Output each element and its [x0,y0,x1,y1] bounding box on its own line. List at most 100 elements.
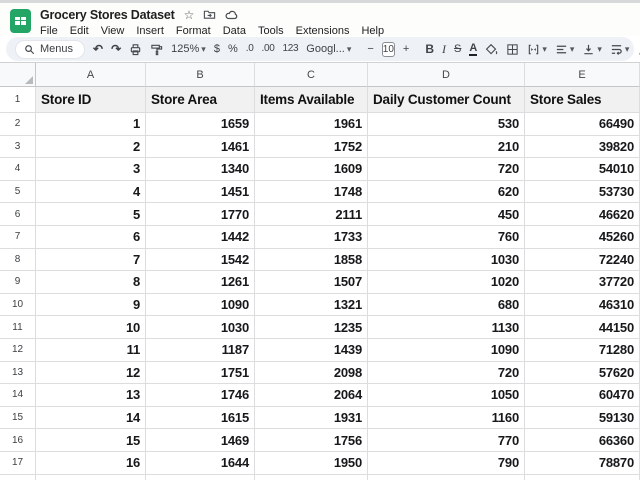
data-cell-a15[interactable]: 14 [36,406,146,430]
data-cell-b11[interactable]: 1030 [146,316,255,339]
format-percent-button[interactable]: % [228,43,238,55]
increase-font-size-button[interactable]: + [403,43,409,55]
data-cell-b8[interactable]: 1542 [146,248,255,272]
format-currency-button[interactable]: $ [214,43,220,55]
data-cell-a12[interactable]: 11 [36,338,146,362]
data-cell-e5[interactable]: 53730 [525,180,640,204]
data-cell-d8[interactable]: 1030 [368,248,525,272]
header-cell-b1[interactable]: Store Area [146,87,255,113]
data-cell-b4[interactable]: 1340 [146,158,255,181]
row-number-15[interactable]: 15 [0,406,36,430]
menu-format[interactable]: Format [176,25,211,37]
column-header-e[interactable]: E [525,63,640,87]
data-cell-e6[interactable]: 46620 [525,203,640,226]
data-cell-c12[interactable]: 1439 [255,338,368,362]
data-cell-a11[interactable]: 10 [36,316,146,339]
data-cell-e3[interactable]: 39820 [525,135,640,159]
data-cell-empty[interactable] [255,474,368,480]
row-number-9[interactable]: 9 [0,271,36,294]
data-cell-e15[interactable]: 59130 [525,406,640,430]
data-cell-c15[interactable]: 1931 [255,406,368,430]
data-cell-empty[interactable] [146,474,255,480]
column-header-b[interactable]: B [146,63,255,87]
row-number-13[interactable]: 13 [0,361,36,385]
data-cell-d15[interactable]: 1160 [368,406,525,430]
cloud-status-icon[interactable] [225,9,239,21]
column-header-d[interactable]: D [368,63,525,87]
data-cell-a5[interactable]: 4 [36,180,146,204]
undo-icon[interactable] [93,43,103,55]
row-number-16[interactable]: 16 [0,429,36,452]
data-cell-empty[interactable] [525,474,640,480]
data-cell-b12[interactable]: 1187 [146,338,255,362]
menu-edit[interactable]: Edit [70,25,89,37]
data-cell-c17[interactable]: 1950 [255,451,368,475]
data-cell-e4[interactable]: 54010 [525,158,640,181]
header-cell-a1[interactable]: Store ID [36,87,146,113]
decrease-font-size-button[interactable]: − [367,43,373,55]
data-cell-b5[interactable]: 1451 [146,180,255,204]
sheets-logo-icon[interactable] [10,9,31,33]
data-cell-b13[interactable]: 1751 [146,361,255,385]
row-number-10[interactable]: 10 [0,293,36,317]
data-cell-e7[interactable]: 45260 [525,225,640,249]
column-header-c[interactable]: C [255,63,368,87]
data-cell-c16[interactable]: 1756 [255,429,368,452]
data-cell-a8[interactable]: 7 [36,248,146,272]
row-number-12[interactable]: 12 [0,338,36,362]
move-folder-icon[interactable] [203,8,216,21]
star-icon[interactable] [184,9,195,21]
data-cell-b9[interactable]: 1261 [146,271,255,294]
row-number-1[interactable]: 1 [0,87,36,113]
menu-extensions[interactable]: Extensions [296,25,350,37]
document-title[interactable]: Grocery Stores Dataset [40,8,175,22]
font-size-input[interactable]: 10 [381,41,395,57]
data-cell-e13[interactable]: 57620 [525,361,640,385]
data-cell-a13[interactable]: 12 [36,361,146,385]
row-number-5[interactable]: 5 [0,180,36,204]
data-cell-a3[interactable]: 2 [36,135,146,159]
fill-color-icon[interactable] [485,43,498,56]
data-cell-b14[interactable]: 1746 [146,384,255,407]
header-cell-d1[interactable]: Daily Customer Count [368,87,525,113]
data-cell-d12[interactable]: 1090 [368,338,525,362]
menu-insert[interactable]: Insert [136,25,164,37]
data-cell-d4[interactable]: 720 [368,158,525,181]
data-cell-e2[interactable]: 66490 [525,113,640,136]
data-cell-c13[interactable]: 2098 [255,361,368,385]
data-cell-c11[interactable]: 1235 [255,316,368,339]
data-cell-a7[interactable]: 6 [36,225,146,249]
vertical-align-icon[interactable] [582,43,602,56]
row-number-7[interactable]: 7 [0,225,36,249]
print-icon[interactable] [129,43,142,56]
strikethrough-button[interactable]: S [454,43,461,55]
menus-search-button[interactable]: Menus [15,39,86,59]
header-cell-e1[interactable]: Store Sales [525,87,640,113]
data-cell-c2[interactable]: 1961 [255,113,368,136]
data-cell-b6[interactable]: 1770 [146,203,255,226]
data-cell-e11[interactable]: 44150 [525,316,640,339]
data-cell-d16[interactable]: 770 [368,429,525,452]
data-cell-a14[interactable]: 13 [36,384,146,407]
data-cell-b15[interactable]: 1615 [146,406,255,430]
data-cell-empty[interactable] [36,474,146,480]
data-cell-b16[interactable]: 1469 [146,429,255,452]
row-number-8[interactable]: 8 [0,248,36,272]
data-cell-d5[interactable]: 620 [368,180,525,204]
data-cell-e12[interactable]: 71280 [525,338,640,362]
data-cell-a4[interactable]: 3 [36,158,146,181]
row-number-2[interactable]: 2 [0,113,36,136]
data-cell-b10[interactable]: 1090 [146,293,255,317]
menu-tools[interactable]: Tools [258,25,284,37]
decrease-decimal-button[interactable]: .0 [246,44,254,54]
menu-help[interactable]: Help [361,25,384,37]
row-number-18[interactable] [0,474,36,480]
data-cell-b17[interactable]: 1644 [146,451,255,475]
italic-button[interactable]: I [442,43,446,55]
data-cell-c9[interactable]: 1507 [255,271,368,294]
data-cell-empty[interactable] [368,474,525,480]
data-cell-c14[interactable]: 2064 [255,384,368,407]
select-all-corner[interactable] [0,63,36,87]
data-cell-e10[interactable]: 46310 [525,293,640,317]
data-cell-d14[interactable]: 1050 [368,384,525,407]
